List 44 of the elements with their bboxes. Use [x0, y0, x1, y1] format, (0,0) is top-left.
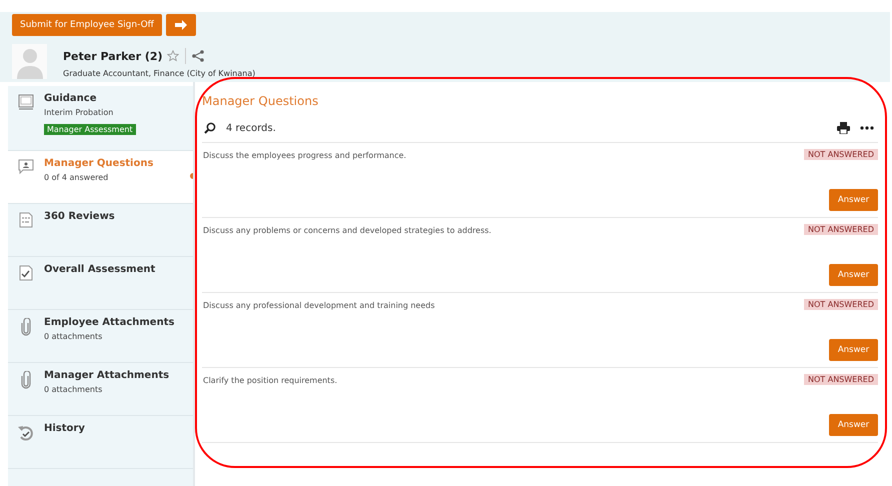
- board-icon: [18, 94, 34, 110]
- sidebar-item[interactable]: Employee Attachments 0 attachments: [8, 310, 193, 363]
- share-icon[interactable]: [192, 50, 204, 62]
- sidebar-item[interactable]: Manager Attachments 0 attachments: [8, 363, 193, 416]
- document-icon: [18, 212, 34, 228]
- checked-document-icon: [18, 265, 34, 281]
- paperclip-icon: [20, 371, 32, 389]
- status-badge: NOT ANSWERED: [804, 374, 878, 385]
- print-icon[interactable]: [837, 122, 850, 134]
- sidebar-item-title: Manager Questions: [44, 158, 154, 169]
- search-icon[interactable]: [204, 122, 216, 134]
- status-badge: Manager Assessment: [44, 124, 136, 135]
- employee-position: Graduate Accountant, Finance (City of Kwinana): [63, 69, 256, 78]
- more-icon[interactable]: [860, 126, 874, 130]
- question-text: Discuss the employees progress and performance.: [203, 150, 406, 160]
- section-title: Manager Questions: [202, 94, 320, 110]
- sidebar-item-title: Employee Attachments: [44, 317, 174, 328]
- sidebar-item[interactable]: History: [8, 416, 193, 469]
- history-icon: [17, 424, 35, 442]
- paperclip-icon: [20, 318, 32, 336]
- status-badge: NOT ANSWERED: [804, 299, 878, 310]
- question-text: Clarify the position requirements.: [203, 375, 338, 385]
- avatar: [12, 44, 47, 79]
- question-text: Discuss any professional development and training needs: [203, 300, 435, 310]
- chat-person-icon: [18, 159, 34, 175]
- sidebar-item-subtitle: Interim Probation: [44, 108, 114, 117]
- sidebar-item[interactable]: 360 Reviews: [8, 204, 193, 257]
- sidebar-item[interactable]: Overall Assessment: [8, 257, 193, 310]
- sidebar-item-title: Guidance: [44, 93, 98, 104]
- status-badge: NOT ANSWERED: [804, 149, 878, 160]
- sidebar-item-title: Overall Assessment: [44, 264, 156, 275]
- sidebar-item-subtitle: 0 attachments: [44, 332, 104, 341]
- question-text: Discuss any problems or concerns and developed strategies to address.: [203, 225, 492, 235]
- forward-button[interactable]: [166, 14, 196, 36]
- status-badge: NOT ANSWERED: [804, 224, 878, 235]
- record-count: 4 records.: [226, 122, 277, 134]
- arrow-icon: [174, 19, 188, 31]
- star-icon[interactable]: [166, 50, 179, 62]
- sidebar-item-title: History: [44, 423, 85, 434]
- sidebar-item-title: Manager Attachments: [44, 370, 170, 381]
- sidebar-item-subtitle: 0 attachments: [44, 385, 104, 394]
- sidebar-item-subtitle: 0 of 4 answered: [44, 173, 110, 182]
- employee-name: Peter Parker (2): [63, 50, 163, 62]
- sidebar-item-title: 360 Reviews: [44, 211, 115, 222]
